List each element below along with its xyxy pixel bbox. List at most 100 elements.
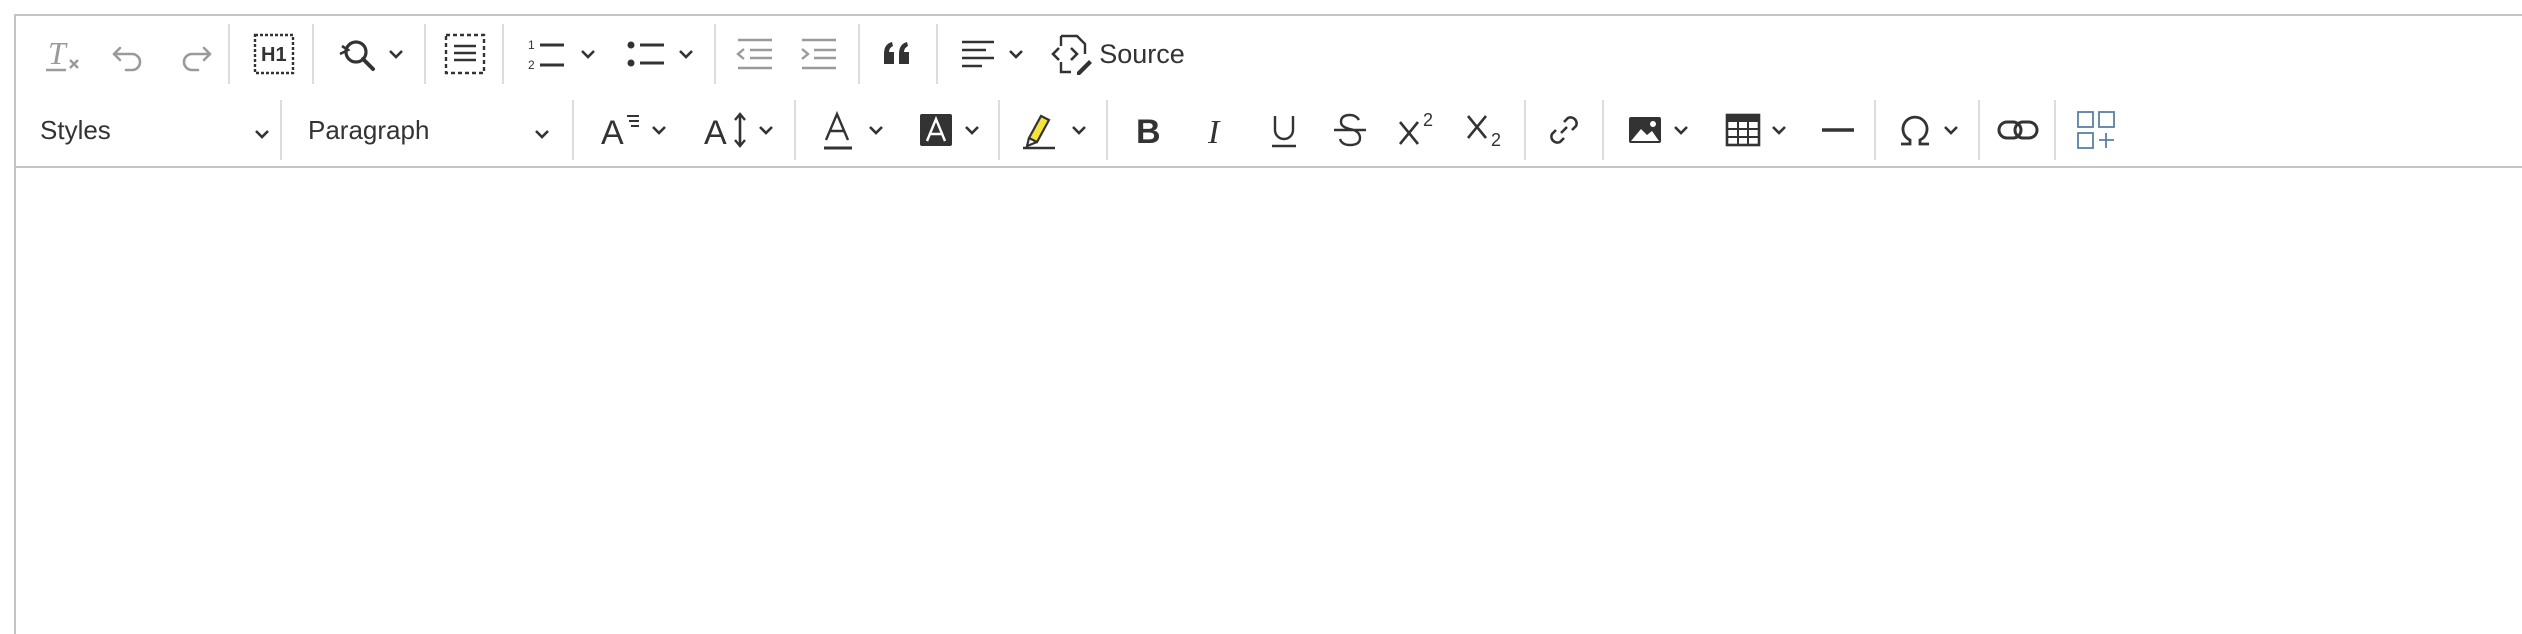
unlink-button[interactable]: [1988, 100, 2048, 160]
bold-button[interactable]: B: [1118, 100, 1178, 160]
strikethrough-button[interactable]: [1320, 100, 1380, 160]
heading-icon: H1: [252, 32, 296, 76]
format-dropdown[interactable]: Paragraph: [308, 100, 568, 160]
chevron-down-icon: [649, 120, 669, 140]
chevron-down-icon: [252, 120, 272, 151]
toolbar-separator: [936, 24, 938, 84]
chevron-down-icon: [1671, 120, 1691, 140]
italic-icon: I: [1196, 110, 1236, 150]
superscript-digit: 2: [1423, 110, 1434, 130]
select-all-icon: [443, 32, 487, 76]
chevron-down-icon: [962, 120, 982, 140]
outdent-button[interactable]: [724, 24, 784, 84]
superscript-button[interactable]: 2: [1388, 100, 1448, 160]
heading-button[interactable]: H1: [244, 24, 304, 84]
svg-text:I: I: [1207, 114, 1221, 150]
line-height-button[interactable]: A: [692, 100, 788, 160]
chevron-down-icon: [386, 44, 406, 64]
blockquote-icon: [878, 34, 918, 74]
select-all-button[interactable]: [436, 24, 494, 84]
toolbar-separator: [1978, 100, 1980, 160]
highlight-button[interactable]: [1010, 100, 1098, 160]
numbered-list-icon: 1 2: [526, 32, 570, 76]
link-button[interactable]: [1534, 100, 1594, 160]
toolbar-separator: [714, 24, 716, 84]
outdent-icon: [732, 32, 776, 76]
editor-toolbar: T H1 1 2 Source Styles Paragraph A A B I…: [16, 16, 2522, 168]
svg-text:A: A: [704, 114, 727, 152]
indent-button[interactable]: [790, 24, 850, 84]
toolbar-separator: [858, 24, 860, 84]
chevron-down-icon: [676, 44, 696, 64]
chevron-down-icon: [1941, 120, 1961, 140]
subscript-button[interactable]: 2: [1456, 100, 1516, 160]
indent-icon: [798, 32, 842, 76]
highlight-icon: [1019, 108, 1063, 152]
numbered-list-button[interactable]: 1 2: [516, 24, 608, 84]
find-replace-button[interactable]: [326, 24, 416, 84]
link-icon: [1544, 110, 1584, 150]
format-value: Paragraph: [308, 114, 430, 145]
unlink-icon: [1996, 110, 2040, 150]
redo-button[interactable]: [168, 24, 224, 84]
horizontal-line-icon: [1818, 110, 1858, 150]
background-color-button[interactable]: [906, 100, 992, 160]
svg-text:A: A: [601, 114, 624, 152]
chevron-down-icon: [866, 120, 886, 140]
toolbar-separator: [312, 24, 314, 84]
chevron-down-icon: [1006, 44, 1026, 64]
remove-format-button[interactable]: T: [34, 24, 90, 84]
source-label: Source: [1099, 38, 1185, 69]
toolbar-separator: [1106, 100, 1108, 160]
remove-format-icon: T: [42, 34, 82, 74]
underline-button[interactable]: [1254, 100, 1314, 160]
alignment-button[interactable]: [948, 24, 1036, 84]
chevron-down-icon: [578, 44, 598, 64]
show-blocks-button[interactable]: [2066, 100, 2126, 160]
horizontal-line-button[interactable]: [1808, 100, 1868, 160]
bulleted-list-button[interactable]: [614, 24, 706, 84]
undo-button[interactable]: [100, 24, 156, 84]
special-characters-button[interactable]: [1884, 100, 1972, 160]
styles-value: Styles: [40, 114, 111, 145]
underline-icon: [1264, 110, 1304, 150]
blockquote-button[interactable]: [868, 24, 928, 84]
toolbar-separator: [572, 100, 574, 160]
font-size-icon: A: [599, 108, 643, 152]
subscript-icon: 2: [1464, 108, 1508, 152]
italic-button[interactable]: I: [1186, 100, 1246, 160]
image-icon: [1625, 110, 1665, 150]
table-button[interactable]: [1712, 100, 1800, 160]
redo-icon: [176, 34, 216, 74]
chevron-down-icon: [756, 120, 776, 140]
rich-text-editor: T H1 1 2 Source Styles Paragraph A A B I…: [14, 14, 2522, 634]
font-size-button[interactable]: A: [586, 100, 682, 160]
toolbar-separator: [1874, 100, 1876, 160]
toolbar-separator: [794, 100, 796, 160]
font-color-icon: [820, 108, 860, 152]
find-replace-icon: [336, 32, 380, 76]
toolbar-separator: [2054, 100, 2056, 160]
bold-icon: B: [1128, 110, 1168, 150]
toolbar-separator: [1524, 100, 1526, 160]
align-icon: [958, 34, 998, 74]
image-button[interactable]: [1614, 100, 1702, 160]
toolbar-separator: [998, 100, 1000, 160]
svg-text:2: 2: [528, 58, 535, 72]
chevron-down-icon: [1069, 120, 1089, 140]
subscript-digit: 2: [1491, 130, 1502, 150]
toolbar-separator: [1602, 100, 1604, 160]
styles-dropdown[interactable]: Styles: [40, 100, 280, 160]
toolbar-separator: [280, 100, 282, 160]
svg-text:T: T: [48, 35, 68, 71]
source-icon: [1049, 32, 1093, 76]
show-blocks-icon: [2074, 108, 2118, 152]
svg-text:B: B: [1136, 113, 1161, 150]
toolbar-separator: [502, 24, 504, 84]
editor-content-area[interactable]: [16, 168, 2522, 634]
chevron-down-icon: [532, 120, 552, 151]
font-color-button[interactable]: [810, 100, 896, 160]
svg-text:1: 1: [528, 38, 535, 52]
source-button[interactable]: Source: [1042, 24, 1192, 84]
table-icon: [1723, 110, 1763, 150]
